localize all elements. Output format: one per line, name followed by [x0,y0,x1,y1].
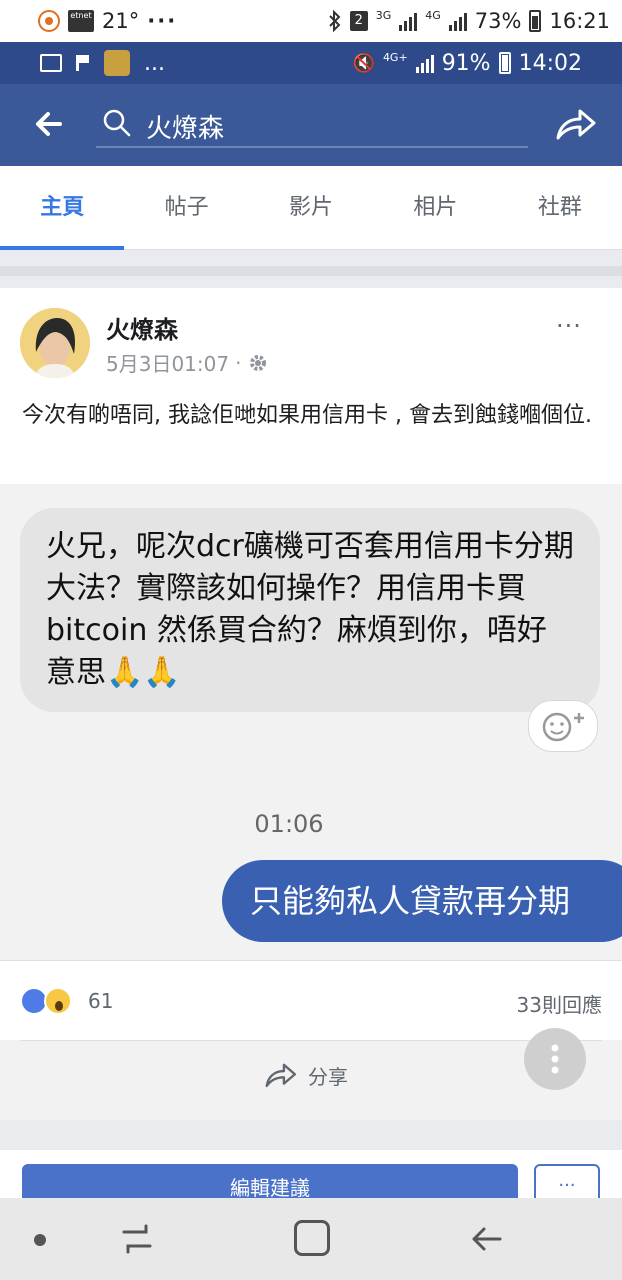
smiley-plus-icon [542,712,584,742]
share-button[interactable]: 分享 [262,1059,348,1091]
clock-text: 16:21 [549,9,610,33]
gallery-icon [40,54,62,72]
incoming-chat-bubble: 火兄，呢次dcr礦機可否套用信用卡分期大法？實際該如何操作？用信用卡買bitco… [20,508,600,712]
post-actions-bar: 分享 [20,1040,602,1116]
tab-posts[interactable]: 帖子 [124,166,248,249]
wow-reaction-icon [44,987,72,1015]
add-emoji-reaction-button [528,700,598,752]
battery-percent-inner: 91% [441,50,491,76]
signal-icon-inner [415,53,434,73]
chat-timestamp: 01:06 [254,810,324,838]
mute-icon: 🔇 [352,52,375,74]
home-icon[interactable] [294,1220,330,1256]
battery-percent: 73% [474,9,522,33]
system-nav-bar [0,1198,622,1280]
section-divider-2 [0,1120,622,1150]
notification-app-icon [38,10,60,32]
post-text: 今次有啲唔同, 我諗佢哋如果用信用卡 , 會去到蝕錢嗰個位. [22,403,592,428]
device-status-bar: etnet 21° ··· 2 3G 4G 73% 16:21 [0,0,622,42]
tab-photos[interactable]: 相片 [373,166,497,249]
meta-separator: · [235,350,242,375]
share-icon[interactable] [552,104,598,144]
post-date[interactable]: 5月3日01:07 [106,348,229,377]
app-notification-icon [104,50,130,76]
network-type-3g: 3G [375,8,392,22]
privacy-gear-icon [250,354,267,371]
vertical-dots-icon [551,1044,559,1074]
search-icon [103,109,131,137]
network-type-4g: 4G [425,8,441,22]
more-notifications-icon: ··· [147,9,178,33]
share-arrow-icon [265,1063,297,1088]
clock-text-inner: 14:02 [518,50,582,76]
post-author-name[interactable]: 火燎森 [106,310,178,345]
share-label: 分享 [308,1064,348,1089]
battery-icon-inner [498,52,511,74]
reaction-icons[interactable] [20,987,72,1015]
back-arrow-icon[interactable] [26,102,70,146]
etnet-app-icon: etnet [68,10,94,32]
outgoing-chat-bubble: 只能夠私人貸款再分期 [222,860,622,942]
post-card: 火燎森 5月3日01:07 · ··· 今次有啲唔同, 我諗佢哋如果用信用卡 ,… [0,288,622,1164]
tab-videos[interactable]: 影片 [249,166,373,249]
signal-icon-2 [448,11,467,31]
reaction-count[interactable]: 61 [88,989,113,1013]
avatar-image [20,308,90,378]
battery-icon [529,10,542,32]
section-divider [0,250,622,288]
temperature-text: 21° [102,9,140,33]
search-header: 火燎森 [0,84,622,166]
sim-badge: 2 [349,11,368,31]
avatar[interactable] [20,308,90,378]
recents-icon[interactable] [118,1220,156,1258]
post-meta: 5月3日01:07 · [106,348,269,377]
search-input[interactable]: 火燎森 [96,104,528,148]
network-type-4g-plus: 4G+ [382,50,408,64]
bluetooth-icon [329,10,341,32]
suggestion-bar: 編輯建議 ··· [0,1150,622,1204]
tab-community[interactable]: 社群 [498,166,622,249]
nav-dot-icon[interactable] [34,1234,46,1246]
floating-more-button[interactable] [524,1028,586,1090]
signal-icon [399,11,418,31]
tab-home[interactable]: 主頁 [0,166,125,250]
comment-count[interactable]: 33則回應 [517,989,602,1018]
flag-icon [76,55,90,71]
search-query-text: 火燎森 [146,114,225,144]
post-more-options-button[interactable]: ··· [556,312,582,340]
profile-tabs: 主頁 帖子 影片 相片 社群 [0,166,622,250]
more-notifications-text: ... [144,50,165,76]
back-icon[interactable] [468,1220,506,1258]
app-status-bar: ... 🔇 4G+ 91% 14:02 [0,42,622,84]
